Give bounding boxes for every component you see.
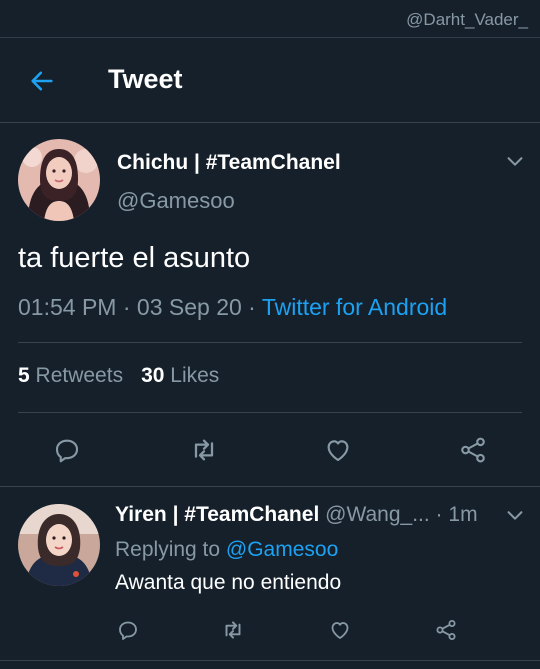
reply-text: Awanta que no entiendo [115, 571, 342, 594]
retweet-button[interactable] [186, 432, 222, 468]
replying-to: Replying to @Gamesoo [115, 538, 338, 562]
reply-header: Yiren | #TeamChanel @Wang_... · 1m [115, 503, 478, 527]
section-divider [0, 660, 540, 661]
tweet-text: ta fuerte el asunto [18, 242, 251, 274]
reply-icon [119, 621, 137, 640]
share-button[interactable] [432, 616, 460, 644]
tweet-source-link[interactable]: Twitter for Android [262, 294, 447, 320]
back-button[interactable] [26, 65, 58, 97]
reply-icon [55, 439, 79, 463]
watermark-text: @Darht_Vader_ [406, 10, 528, 29]
retweets-stat[interactable]: 5 Retweets [18, 364, 123, 387]
reply-button[interactable] [114, 616, 142, 644]
meta-separator: · [122, 294, 137, 320]
meta-separator: · [429, 503, 449, 526]
header: Tweet [0, 39, 540, 123]
section-divider [0, 486, 540, 487]
reply-author-handle[interactable]: @Wang_... [325, 503, 430, 526]
reply-time: 1m [448, 503, 478, 526]
author-name[interactable]: Chichu | #TeamChanel [117, 151, 341, 175]
like-icon [327, 440, 349, 462]
watermark-bar: @Darht_Vader_ [0, 0, 540, 38]
share-button[interactable] [455, 432, 491, 468]
retweet-icon [194, 439, 214, 461]
retweets-count: 5 [18, 364, 30, 387]
chevron-down-icon[interactable] [504, 504, 526, 526]
like-icon [331, 622, 349, 639]
tweet-date: 03 Sep 20 [136, 294, 242, 320]
like-button[interactable] [326, 616, 354, 644]
chevron-down-icon[interactable] [504, 150, 526, 172]
reply-button[interactable] [49, 432, 85, 468]
reply-author-avatar[interactable] [18, 504, 100, 586]
arrow-left-icon [31, 71, 53, 91]
like-button[interactable] [320, 432, 356, 468]
replying-to-link[interactable]: @Gamesoo [226, 538, 338, 561]
replying-label: Replying to [115, 538, 221, 561]
retweet-icon [225, 621, 241, 639]
tweet-meta: 01:54 PM · 03 Sep 20 · Twitter for Andro… [18, 294, 447, 321]
tweet-stats: 5 Retweets 30 Likes [18, 364, 219, 388]
author-avatar[interactable] [18, 139, 100, 221]
likes-stat[interactable]: 30 Likes [141, 364, 219, 387]
share-icon [461, 437, 485, 463]
tweet-time: 01:54 PM [18, 294, 117, 320]
reply-author-name[interactable]: Yiren | #TeamChanel [115, 503, 319, 526]
retweet-button[interactable] [219, 616, 247, 644]
divider [18, 342, 522, 343]
author-handle[interactable]: @Gamesoo [117, 188, 235, 214]
likes-label: Likes [170, 364, 220, 387]
divider [18, 412, 522, 413]
page-title: Tweet [108, 64, 183, 94]
meta-separator: · [248, 294, 262, 320]
retweets-label: Retweets [35, 364, 124, 387]
share-icon [436, 620, 456, 640]
likes-count: 30 [141, 364, 165, 387]
